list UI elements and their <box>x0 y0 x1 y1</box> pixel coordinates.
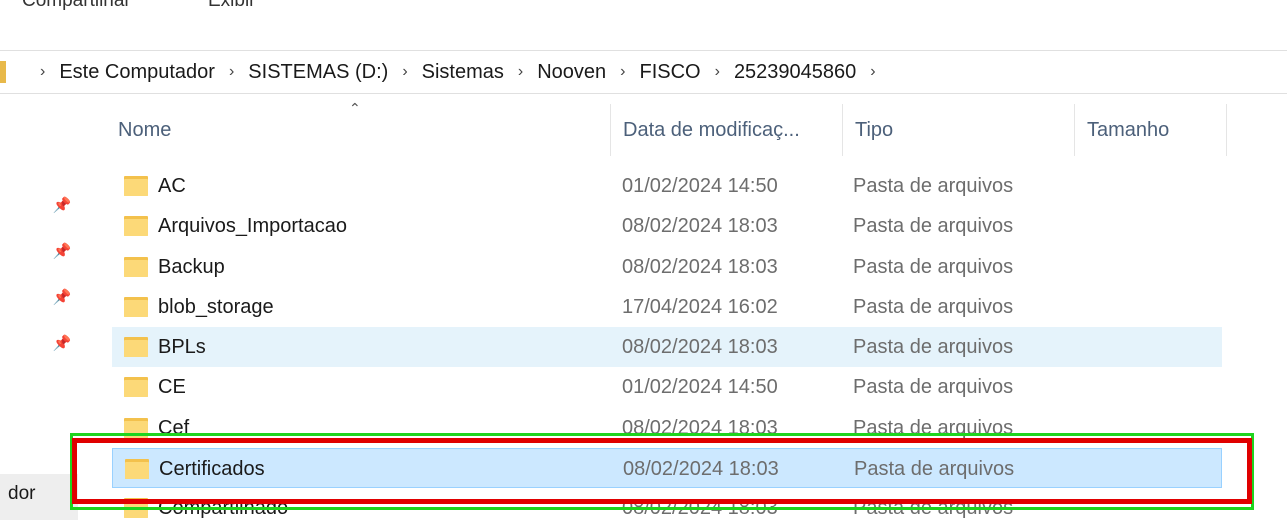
column-divider[interactable] <box>1074 104 1075 156</box>
file-row[interactable]: Backup 08/02/2024 18:03 Pasta de arquivo… <box>112 247 1222 287</box>
chevron-right-icon[interactable]: › <box>30 63 55 81</box>
breadcrumb-nooven[interactable]: Nooven <box>533 61 610 84</box>
file-name: BPLs <box>158 336 206 359</box>
file-type: Pasta de arquivos <box>853 376 1014 399</box>
chevron-right-icon[interactable]: › <box>705 63 730 81</box>
column-divider[interactable] <box>1226 104 1227 156</box>
file-row[interactable]: Cef 08/02/2024 18:03 Pasta de arquivos <box>112 408 1222 448</box>
chevron-right-icon[interactable]: › <box>219 63 244 81</box>
folder-icon <box>125 459 149 480</box>
folder-icon <box>124 176 148 196</box>
folder-icon <box>124 256 148 277</box>
folder-icon <box>124 216 148 237</box>
file-name: Compartilhado <box>158 497 289 520</box>
file-row[interactable]: Arquivos_Importacao 08/02/2024 18:03 Pas… <box>112 206 1222 246</box>
file-date: 08/02/2024 18:03 <box>622 416 778 439</box>
breadcrumb: › Este Computador › SISTEMAS (D:) › Sist… <box>30 51 886 93</box>
chevron-right-icon[interactable]: › <box>392 63 417 81</box>
file-type: Pasta de arquivos <box>853 255 1014 278</box>
breadcrumb-25239045860[interactable]: 25239045860 <box>730 61 860 84</box>
folder-icon <box>124 498 148 519</box>
file-row-selected[interactable]: Certificados 08/02/2024 18:03 Pasta de a… <box>112 448 1222 489</box>
pin-icon[interactable]: 📌 <box>52 288 72 308</box>
file-date: 08/02/2024 18:03 <box>622 215 778 238</box>
tab-exibir[interactable]: Exibir <box>208 0 256 16</box>
breadcrumb-sistemas-d[interactable]: SISTEMAS (D:) <box>244 61 392 84</box>
folder-icon <box>124 296 148 317</box>
folder-icon <box>0 61 6 83</box>
file-type: Pasta de arquivos <box>854 458 1015 481</box>
ribbon-tabs: Compartilhar Exibir <box>0 0 1287 16</box>
file-type: Pasta de arquivos <box>853 336 1014 359</box>
file-type: Pasta de arquivos <box>853 175 1014 197</box>
nav-item-label[interactable]: dor <box>8 483 35 505</box>
address-bar[interactable]: › Este Computador › SISTEMAS (D:) › Sist… <box>0 50 1287 94</box>
file-type: Pasta de arquivos <box>853 215 1014 238</box>
folder-icon <box>124 337 148 358</box>
file-name: Cef <box>158 416 190 439</box>
file-row[interactable]: BPLs 08/02/2024 18:03 Pasta de arquivos <box>112 327 1222 368</box>
pin-icon[interactable]: 📌 <box>52 242 72 262</box>
file-row[interactable]: blob_storage 17/04/2024 16:02 Pasta de a… <box>112 287 1222 327</box>
folder-icon <box>124 377 148 398</box>
file-date: 08/02/2024 18:03 <box>622 497 778 520</box>
file-type: Pasta de arquivos <box>853 497 1014 520</box>
file-row[interactable]: AC 01/02/2024 14:50 Pasta de arquivos <box>112 166 1222 206</box>
sort-ascending-icon: ⌃ <box>349 100 361 116</box>
file-date: 01/02/2024 14:50 <box>622 376 778 399</box>
file-name: Certificados <box>159 458 265 481</box>
file-explorer-window: Compartilhar Exibir › Este Computador › … <box>0 0 1287 520</box>
column-header-size[interactable]: Tamanho <box>1087 104 1169 156</box>
file-date: 08/02/2024 18:03 <box>622 336 778 359</box>
column-header-name[interactable]: Nome <box>118 104 171 156</box>
breadcrumb-este-computador[interactable]: Este Computador <box>55 61 219 84</box>
file-date: 01/02/2024 14:50 <box>622 175 778 197</box>
file-date: 08/02/2024 18:03 <box>622 255 778 278</box>
chevron-right-icon[interactable]: › <box>508 63 533 81</box>
chevron-right-icon[interactable]: › <box>860 63 885 81</box>
file-date: 08/02/2024 18:03 <box>623 458 779 481</box>
file-list: AC 01/02/2024 14:50 Pasta de arquivos Ar… <box>112 166 1222 520</box>
file-name: AC <box>158 175 186 197</box>
file-name: Backup <box>158 255 225 278</box>
breadcrumb-fisco[interactable]: FISCO <box>635 61 704 84</box>
file-type: Pasta de arquivos <box>853 416 1014 439</box>
file-name: blob_storage <box>158 295 274 318</box>
file-type: Pasta de arquivos <box>853 295 1014 318</box>
file-row[interactable]: Compartilhado 08/02/2024 18:03 Pasta de … <box>112 488 1222 520</box>
column-divider[interactable] <box>842 104 843 156</box>
file-date: 17/04/2024 16:02 <box>622 295 778 318</box>
chevron-right-icon[interactable]: › <box>610 63 635 81</box>
folder-icon <box>124 417 148 438</box>
pin-icon[interactable]: 📌 <box>52 334 72 354</box>
breadcrumb-sistemas[interactable]: Sistemas <box>418 61 508 84</box>
pin-icon[interactable]: 📌 <box>52 196 72 216</box>
column-header-date[interactable]: Data de modificaç... <box>623 104 800 156</box>
file-row[interactable]: CE 01/02/2024 14:50 Pasta de arquivos <box>112 367 1222 407</box>
file-name: Arquivos_Importacao <box>158 215 347 238</box>
column-headers: ⌃ Nome Data de modificaç... Tipo Tamanho <box>108 100 1228 156</box>
file-name: CE <box>158 376 186 399</box>
tab-compartilhar[interactable]: Compartilhar <box>22 0 131 16</box>
column-divider[interactable] <box>610 104 611 156</box>
column-header-type[interactable]: Tipo <box>855 104 893 156</box>
